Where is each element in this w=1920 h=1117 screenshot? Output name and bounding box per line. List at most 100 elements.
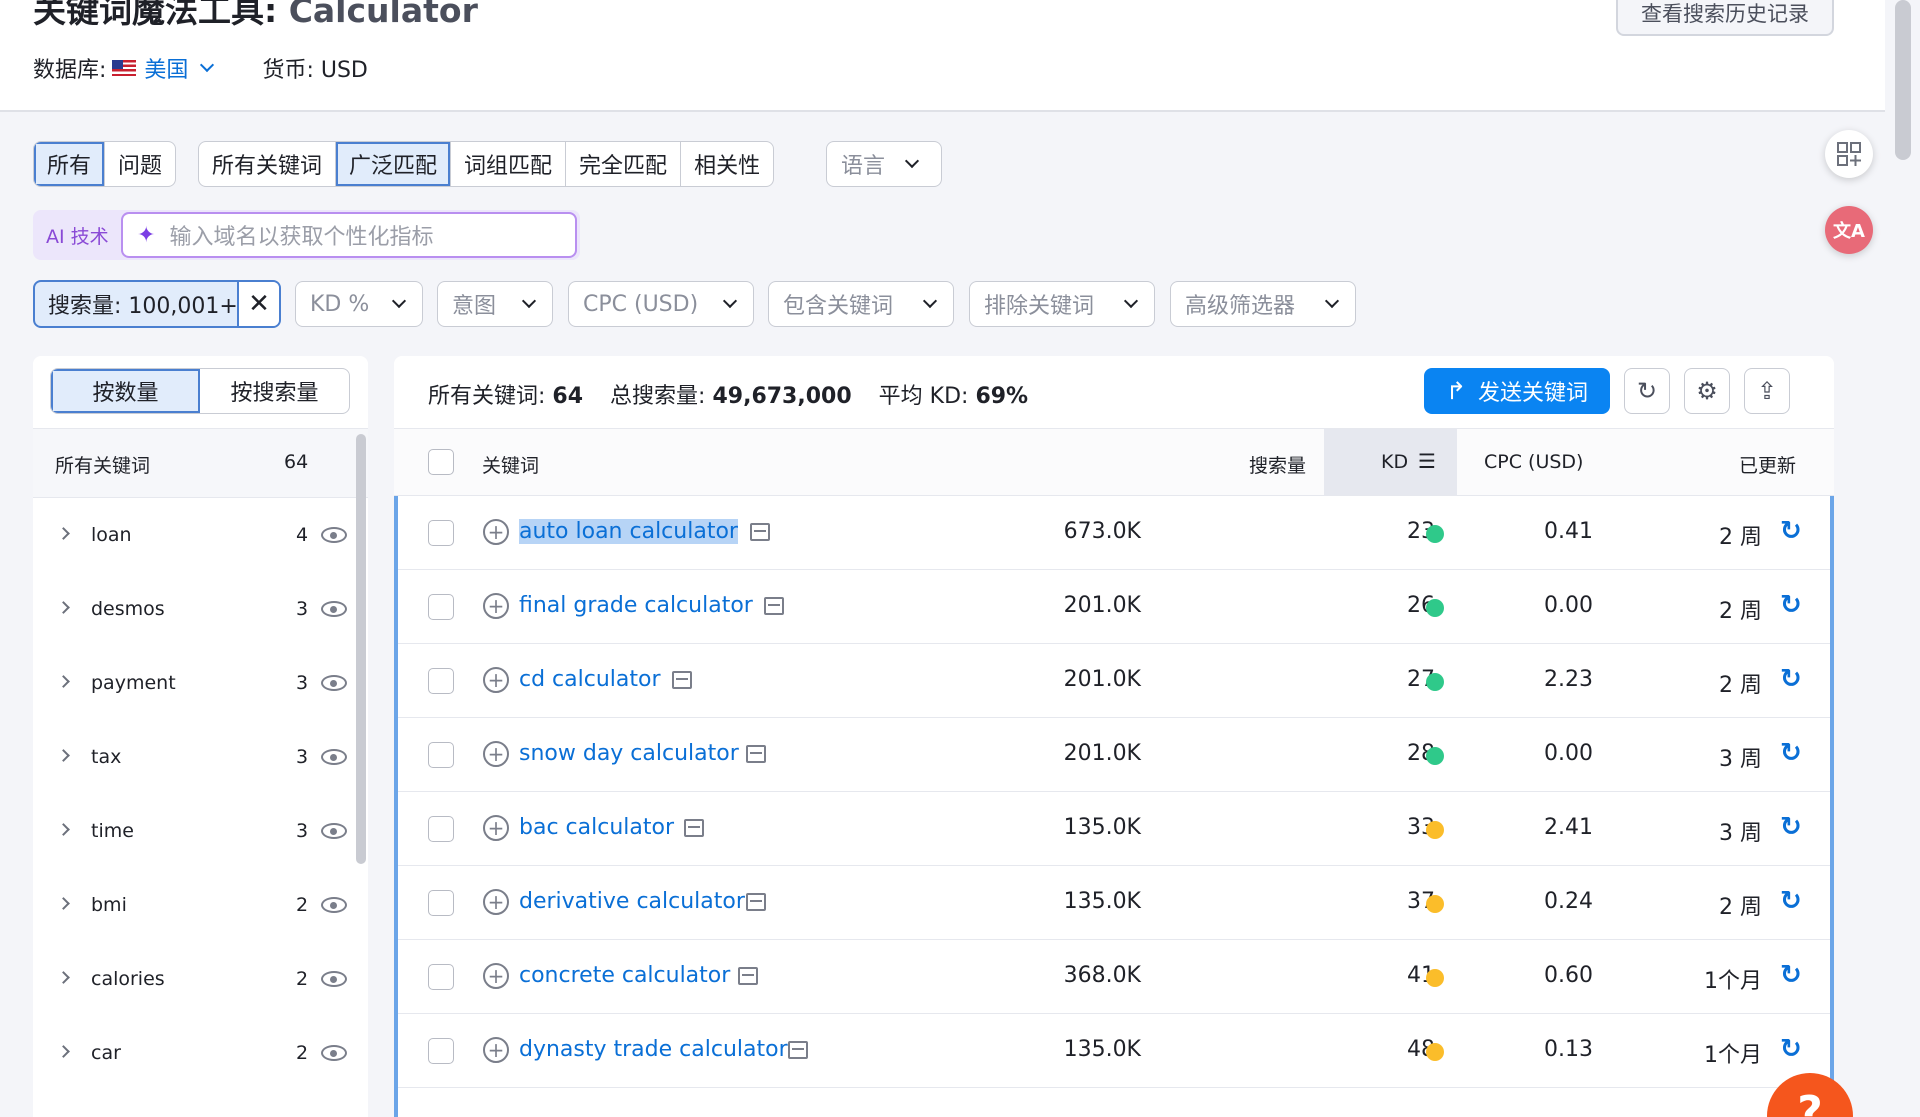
select-all-checkbox[interactable]: [428, 449, 454, 475]
keyword-link[interactable]: dynasty trade calculator: [519, 1037, 788, 1062]
sort-by-count-button[interactable]: 按数量: [51, 369, 200, 413]
eye-icon[interactable]: [321, 675, 347, 691]
tab-phrase-match[interactable]: 词组匹配: [451, 142, 567, 186]
volume-filter-label[interactable]: 搜索量: 100,001+: [35, 282, 239, 326]
volume-filter-chip[interactable]: 搜索量: 100,001+ ✕: [33, 280, 281, 328]
column-cpc[interactable]: CPC (USD): [1484, 451, 1583, 473]
groups-scrollbar[interactable]: [356, 434, 366, 864]
group-item[interactable]: bmi 2: [33, 868, 353, 942]
column-updated[interactable]: 已更新: [1739, 451, 1796, 478]
add-to-list-icon[interactable]: +: [483, 963, 509, 989]
refresh-icon[interactable]: ↻: [1780, 738, 1802, 768]
exclude-keywords-dropdown[interactable]: 排除关键词: [969, 281, 1155, 327]
row-checkbox[interactable]: [428, 594, 454, 620]
apps-grid-icon[interactable]: [1825, 130, 1873, 178]
domain-input[interactable]: ✦ 输入域名以获取个性化指标: [121, 212, 577, 258]
add-to-list-icon[interactable]: +: [483, 741, 509, 767]
refresh-icon[interactable]: ↻: [1780, 664, 1802, 694]
group-item[interactable]: car 2: [33, 1016, 353, 1090]
group-item[interactable]: desmos 3: [33, 572, 353, 646]
group-item[interactable]: time 3: [33, 794, 353, 868]
keyword-link[interactable]: concrete calculator: [519, 963, 730, 988]
keyword-link[interactable]: bac calculator: [519, 815, 674, 840]
send-keywords-button[interactable]: ↱ 发送关键词: [1424, 368, 1610, 414]
row-checkbox[interactable]: [428, 1038, 454, 1064]
database-selector[interactable]: 美国: [144, 52, 188, 84]
export-upload-icon[interactable]: ⇪: [1744, 368, 1790, 414]
serp-features-icon[interactable]: [684, 819, 704, 837]
add-to-list-icon[interactable]: +: [483, 815, 509, 841]
eye-icon[interactable]: [321, 601, 347, 617]
tab-all-keywords[interactable]: 所有关键词: [199, 142, 337, 186]
include-keywords-dropdown[interactable]: 包含关键词: [768, 281, 954, 327]
row-checkbox[interactable]: [428, 520, 454, 546]
column-keyword[interactable]: 关键词: [482, 451, 539, 478]
eye-icon[interactable]: [321, 1045, 347, 1061]
keyword-link[interactable]: cd calculator: [519, 667, 661, 692]
serp-features-icon[interactable]: [746, 893, 766, 911]
settings-gear-icon[interactable]: ⚙: [1684, 368, 1730, 414]
serp-features-icon[interactable]: [672, 671, 692, 689]
intent-filter-dropdown[interactable]: 意图: [437, 281, 553, 327]
kd-filter-dropdown[interactable]: KD %: [295, 281, 423, 327]
row-checkbox[interactable]: [428, 964, 454, 990]
eye-icon[interactable]: [321, 527, 347, 543]
sort-icon[interactable]: ☰: [1418, 449, 1436, 473]
refresh-icon[interactable]: ↻: [1780, 812, 1802, 842]
chevron-right-icon[interactable]: [57, 897, 70, 910]
row-checkbox[interactable]: [428, 890, 454, 916]
refresh-icon[interactable]: ↻: [1780, 516, 1802, 546]
serp-features-icon[interactable]: [764, 597, 784, 615]
translate-icon[interactable]: 文A: [1825, 206, 1873, 254]
group-item[interactable]: payment 3: [33, 646, 353, 720]
keyword-link[interactable]: derivative calculator: [519, 889, 745, 914]
refresh-icon[interactable]: ↻: [1780, 1034, 1802, 1064]
refresh-icon[interactable]: ↻: [1780, 886, 1802, 916]
add-to-list-icon[interactable]: +: [483, 1037, 509, 1063]
group-item[interactable]: tax 3: [33, 720, 353, 794]
close-icon[interactable]: ✕: [239, 282, 279, 326]
keyword-link[interactable]: snow day calculator: [519, 741, 739, 766]
language-dropdown[interactable]: 语言: [826, 141, 942, 187]
eye-icon[interactable]: [321, 971, 347, 987]
refresh-icon[interactable]: ↻: [1780, 590, 1802, 620]
advanced-filters-dropdown[interactable]: 高级筛选器: [1170, 281, 1356, 327]
serp-features-icon[interactable]: [738, 967, 758, 985]
add-to-list-icon[interactable]: +: [483, 519, 509, 545]
group-item[interactable]: loan 4: [33, 498, 353, 572]
page-scrollbar[interactable]: [1895, 0, 1911, 160]
cpc-filter-dropdown[interactable]: CPC (USD): [568, 281, 754, 327]
tab-exact-match[interactable]: 完全匹配: [566, 142, 682, 186]
eye-icon[interactable]: [321, 823, 347, 839]
chevron-right-icon[interactable]: [57, 675, 70, 688]
refresh-icon[interactable]: ↻: [1780, 960, 1802, 990]
tab-related[interactable]: 相关性: [681, 142, 773, 186]
chevron-right-icon[interactable]: [57, 971, 70, 984]
tab-questions[interactable]: 问题: [105, 142, 175, 186]
add-to-list-icon[interactable]: +: [483, 889, 509, 915]
add-to-list-icon[interactable]: +: [483, 667, 509, 693]
add-to-list-icon[interactable]: +: [483, 593, 509, 619]
tab-all[interactable]: 所有: [34, 142, 106, 186]
row-checkbox[interactable]: [428, 816, 454, 842]
all-keywords-group[interactable]: 所有关键词 64: [33, 428, 368, 498]
eye-icon[interactable]: [321, 897, 347, 913]
row-checkbox[interactable]: [428, 668, 454, 694]
search-history-button[interactable]: 查看搜索历史记录: [1616, 0, 1834, 36]
serp-features-icon[interactable]: [746, 745, 766, 763]
column-volume[interactable]: 搜索量: [1249, 451, 1306, 478]
chevron-right-icon[interactable]: [57, 1045, 70, 1058]
keyword-link[interactable]: auto loan calculator: [519, 519, 738, 544]
serp-features-icon[interactable]: [750, 523, 770, 541]
keyword-link[interactable]: final grade calculator: [519, 593, 753, 618]
chevron-right-icon[interactable]: [57, 823, 70, 836]
refresh-icon[interactable]: ↻: [1624, 368, 1670, 414]
group-item[interactable]: calories 2: [33, 942, 353, 1016]
chevron-right-icon[interactable]: [57, 601, 70, 614]
tab-broad-match[interactable]: 广泛匹配: [336, 142, 452, 186]
chevron-down-icon[interactable]: [200, 57, 215, 73]
eye-icon[interactable]: [321, 749, 347, 765]
chevron-right-icon[interactable]: [57, 749, 70, 762]
row-checkbox[interactable]: [428, 742, 454, 768]
sort-by-volume-button[interactable]: 按搜索量: [200, 369, 349, 413]
